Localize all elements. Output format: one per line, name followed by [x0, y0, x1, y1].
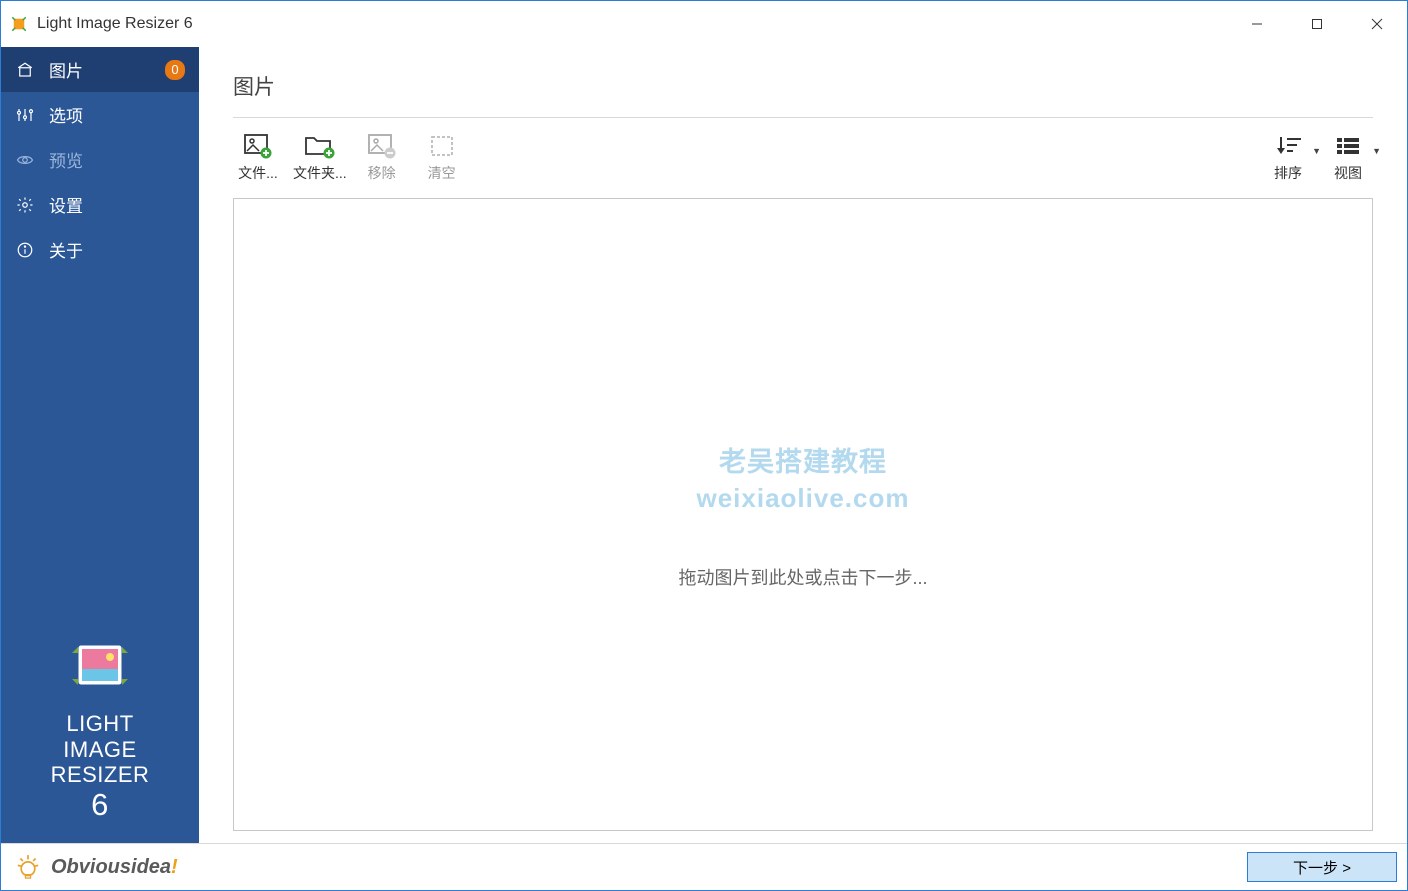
sidebar-item-about[interactable]: 关于 [1, 227, 199, 272]
tool-label: 文件夹... [293, 163, 347, 183]
app-icon [9, 14, 29, 34]
remove-button: 移除 [357, 132, 407, 186]
sidebar-logo: LIGHT IMAGE RESIZER 6 [1, 631, 199, 843]
clear-icon [429, 132, 455, 160]
next-button[interactable]: 下一步 > [1247, 852, 1397, 882]
footer-brand[interactable]: Obviousidea! [11, 850, 178, 884]
tool-label: 文件... [238, 163, 278, 183]
view-button[interactable]: ▼ 视图 [1323, 132, 1373, 186]
lightbulb-icon [11, 850, 45, 884]
main-panel: 图片 文件... [199, 47, 1407, 843]
window-controls [1227, 1, 1407, 47]
images-count-badge: 0 [165, 60, 185, 80]
window-title: Light Image Resizer 6 [37, 15, 193, 33]
image-add-icon [243, 132, 273, 160]
toolbar: 文件... 文件夹... [199, 118, 1407, 198]
add-files-button[interactable]: 文件... [233, 132, 283, 186]
sidebar-item-label: 设置 [49, 192, 185, 217]
tool-label: 视图 [1334, 163, 1362, 183]
product-logo-icon [64, 631, 136, 701]
page-title: 图片 [233, 71, 1373, 101]
sidebar-item-label: 预览 [49, 147, 185, 172]
maximize-button[interactable] [1287, 1, 1347, 47]
folder-add-icon [304, 132, 336, 160]
info-icon [15, 240, 35, 260]
watermark-line1: 老吴搭建教程 [719, 440, 887, 479]
sidebar-item-preview[interactable]: 预览 [1, 137, 199, 182]
view-icon [1335, 132, 1361, 160]
dropdown-caret-icon: ▼ [1312, 146, 1321, 156]
tool-label: 移除 [368, 163, 396, 183]
sidebar-item-label: 选项 [49, 102, 185, 127]
sidebar-item-options[interactable]: 选项 [1, 92, 199, 137]
sidebar: 图片 0 选项 预览 [1, 47, 199, 843]
sidebar-item-images[interactable]: 图片 0 [1, 47, 199, 92]
sort-icon [1275, 132, 1301, 160]
sliders-icon [15, 105, 35, 125]
gear-icon [15, 195, 35, 215]
images-icon [15, 60, 35, 80]
image-remove-icon [367, 132, 397, 160]
tool-label: 清空 [428, 163, 456, 183]
sidebar-item-settings[interactable]: 设置 [1, 182, 199, 227]
eye-icon [15, 150, 35, 170]
minimize-button[interactable] [1227, 1, 1287, 47]
sort-button[interactable]: ▼ 排序 [1263, 132, 1313, 186]
tool-label: 排序 [1274, 163, 1302, 183]
drop-zone[interactable]: 老吴搭建教程 weixiaolive.com 拖动图片到此处或点击下一步... [233, 198, 1373, 831]
drop-hint: 拖动图片到此处或点击下一步... [678, 564, 927, 590]
dropdown-caret-icon: ▼ [1372, 146, 1381, 156]
footer: Obviousidea! 下一步 > [1, 843, 1407, 890]
sidebar-item-label: 关于 [49, 237, 185, 262]
close-button[interactable] [1347, 1, 1407, 47]
sidebar-item-label: 图片 [49, 57, 165, 82]
clear-button: 清空 [417, 132, 467, 186]
add-folder-button[interactable]: 文件夹... [293, 132, 347, 186]
product-logo-text: LIGHT IMAGE RESIZER 6 [51, 711, 150, 823]
brand-text: Obviousidea! [51, 856, 178, 879]
titlebar: Light Image Resizer 6 [1, 1, 1407, 47]
watermark-line2: weixiaolive.com [697, 483, 910, 514]
